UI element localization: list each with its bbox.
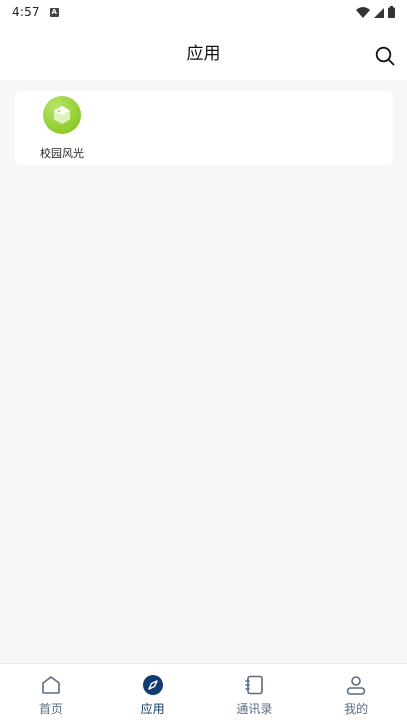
battery-icon bbox=[388, 3, 395, 22]
bottom-nav: 首页 应用 通讯录 我的 bbox=[0, 663, 407, 723]
apps-card: 校园风光 bbox=[14, 91, 393, 165]
nav-item-profile[interactable]: 我的 bbox=[305, 664, 407, 723]
app-item-campus-scenery[interactable]: 校园风光 bbox=[32, 94, 92, 162]
profile-icon bbox=[345, 674, 367, 696]
compass-icon bbox=[142, 674, 164, 696]
nav-item-home[interactable]: 首页 bbox=[0, 664, 102, 723]
page-title: 应用 bbox=[186, 44, 221, 64]
wifi-icon bbox=[356, 3, 370, 22]
screen: 4:57 A 应用 校园风光 首页 应用 通讯录 我的 bbox=[0, 0, 407, 723]
nav-label-profile: 我的 bbox=[344, 702, 369, 716]
nav-label-apps: 应用 bbox=[140, 702, 165, 716]
campus-scenery-app-icon bbox=[43, 96, 81, 134]
nav-label-contacts: 通讯录 bbox=[236, 702, 273, 716]
notification-a-icon: A bbox=[49, 7, 59, 17]
nav-label-home: 首页 bbox=[38, 702, 63, 716]
status-bar: 4:57 A bbox=[0, 0, 407, 24]
header: 应用 bbox=[0, 24, 407, 80]
contacts-icon bbox=[243, 674, 265, 696]
status-time: 4:57 bbox=[12, 5, 40, 19]
search-icon bbox=[375, 46, 395, 70]
nav-item-apps[interactable]: 应用 bbox=[102, 664, 204, 723]
search-button[interactable] bbox=[374, 46, 396, 70]
nav-item-contacts[interactable]: 通讯录 bbox=[204, 664, 306, 723]
signal-icon bbox=[374, 3, 384, 22]
home-icon bbox=[40, 674, 62, 696]
app-label: 校园风光 bbox=[40, 147, 84, 160]
status-icons bbox=[356, 3, 395, 22]
